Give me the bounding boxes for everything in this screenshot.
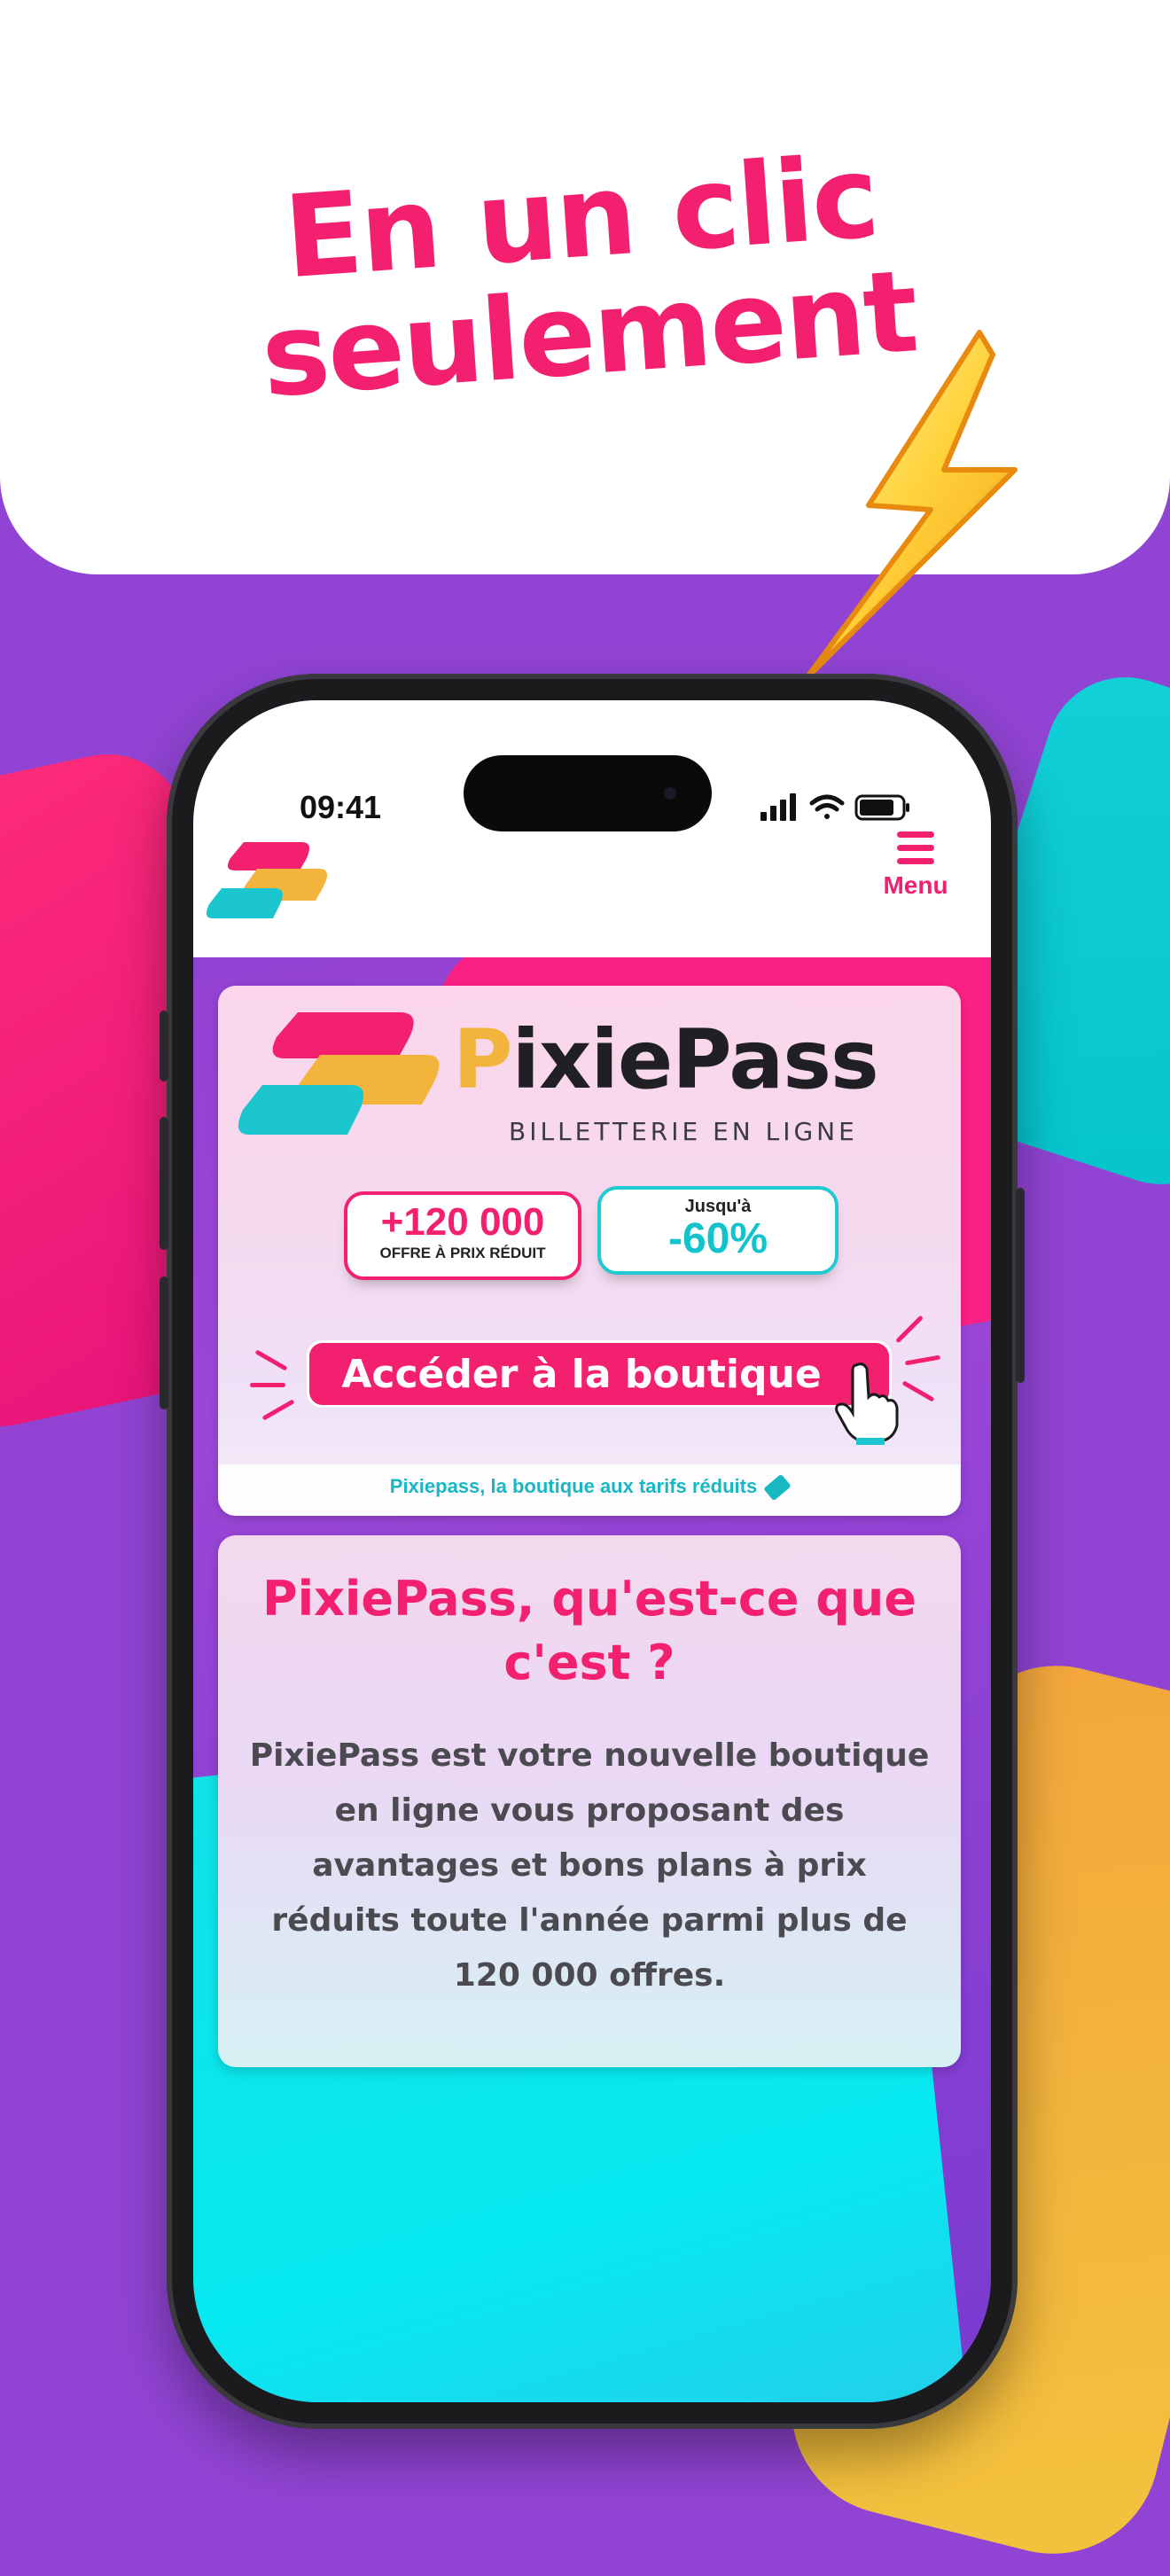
wifi-icon: [809, 794, 845, 819]
menu-button[interactable]: Menu: [867, 831, 964, 929]
side-button: [160, 1011, 168, 1081]
spark-decoration: [895, 1315, 924, 1344]
footer-tagline: Pixiepass, la boutique aux tarifs réduit…: [389, 1475, 758, 1497]
spark-decoration: [254, 1349, 288, 1371]
battery-icon: [854, 794, 909, 821]
volume-up-button: [160, 1117, 168, 1250]
signal-icon: [760, 793, 796, 821]
dynamic-island: [464, 755, 712, 831]
status-time: 09:41: [300, 789, 382, 825]
status-icons: [760, 793, 909, 821]
menu-label: Menu: [883, 871, 948, 899]
menu-hamburger-icon: [867, 831, 964, 864]
info-text: PixiePass est votre nouvelle boutique en…: [249, 1737, 930, 1994]
pixiepass-banner-logo: [238, 1012, 440, 1135]
spark-decoration: [901, 1380, 935, 1402]
banner-footer-text: Pixiepass, la boutique aux tarifs réduit…: [218, 1473, 961, 1502]
brand-tagline: BILLETTERIE EN LIGNE: [509, 1117, 858, 1146]
shop-button[interactable]: Accéder à la boutique: [307, 1340, 892, 1408]
phone-frame: 09:41 Menu PixiePass BILLETTERIE EN LIGN…: [160, 674, 1025, 2429]
lightning-bolt-icon: [804, 330, 1018, 681]
info-title: PixiePass, qu'est-ce que c'est ?: [262, 1571, 916, 1690]
promo-banner[interactable]: PixiePass BILLETTERIE EN LIGNE +120 000 …: [218, 986, 961, 1516]
volume-down-button: [160, 1276, 168, 1409]
spark-decoration: [261, 1399, 295, 1421]
discount-label: Jusqu'à: [684, 1197, 752, 1216]
brand-name: PixiePass: [453, 1012, 879, 1107]
info-card: PixiePass, qu'est-ce que c'est ? PixiePa…: [218, 1535, 961, 2067]
discount-value: -60%: [667, 1215, 768, 1262]
offers-count: +120 000: [380, 1200, 545, 1244]
spark-decoration: [904, 1354, 941, 1366]
spark-decoration: [250, 1383, 285, 1387]
camera-icon: [664, 787, 676, 800]
offers-label: OFFRE À PRIX RÉDUIT: [379, 1245, 546, 1261]
phone-screen: 09:41 Menu PixiePass BILLETTERIE EN LIGN…: [193, 700, 991, 2402]
pixiepass-logo[interactable]: [204, 833, 337, 931]
ticket-icon: [763, 1473, 792, 1502]
power-button: [1016, 1188, 1025, 1383]
offers-badge: +120 000 OFFRE À PRIX RÉDUIT: [344, 1191, 581, 1280]
pointing-hand-icon: [835, 1362, 899, 1445]
discount-badge: Jusqu'à -60%: [597, 1186, 838, 1275]
